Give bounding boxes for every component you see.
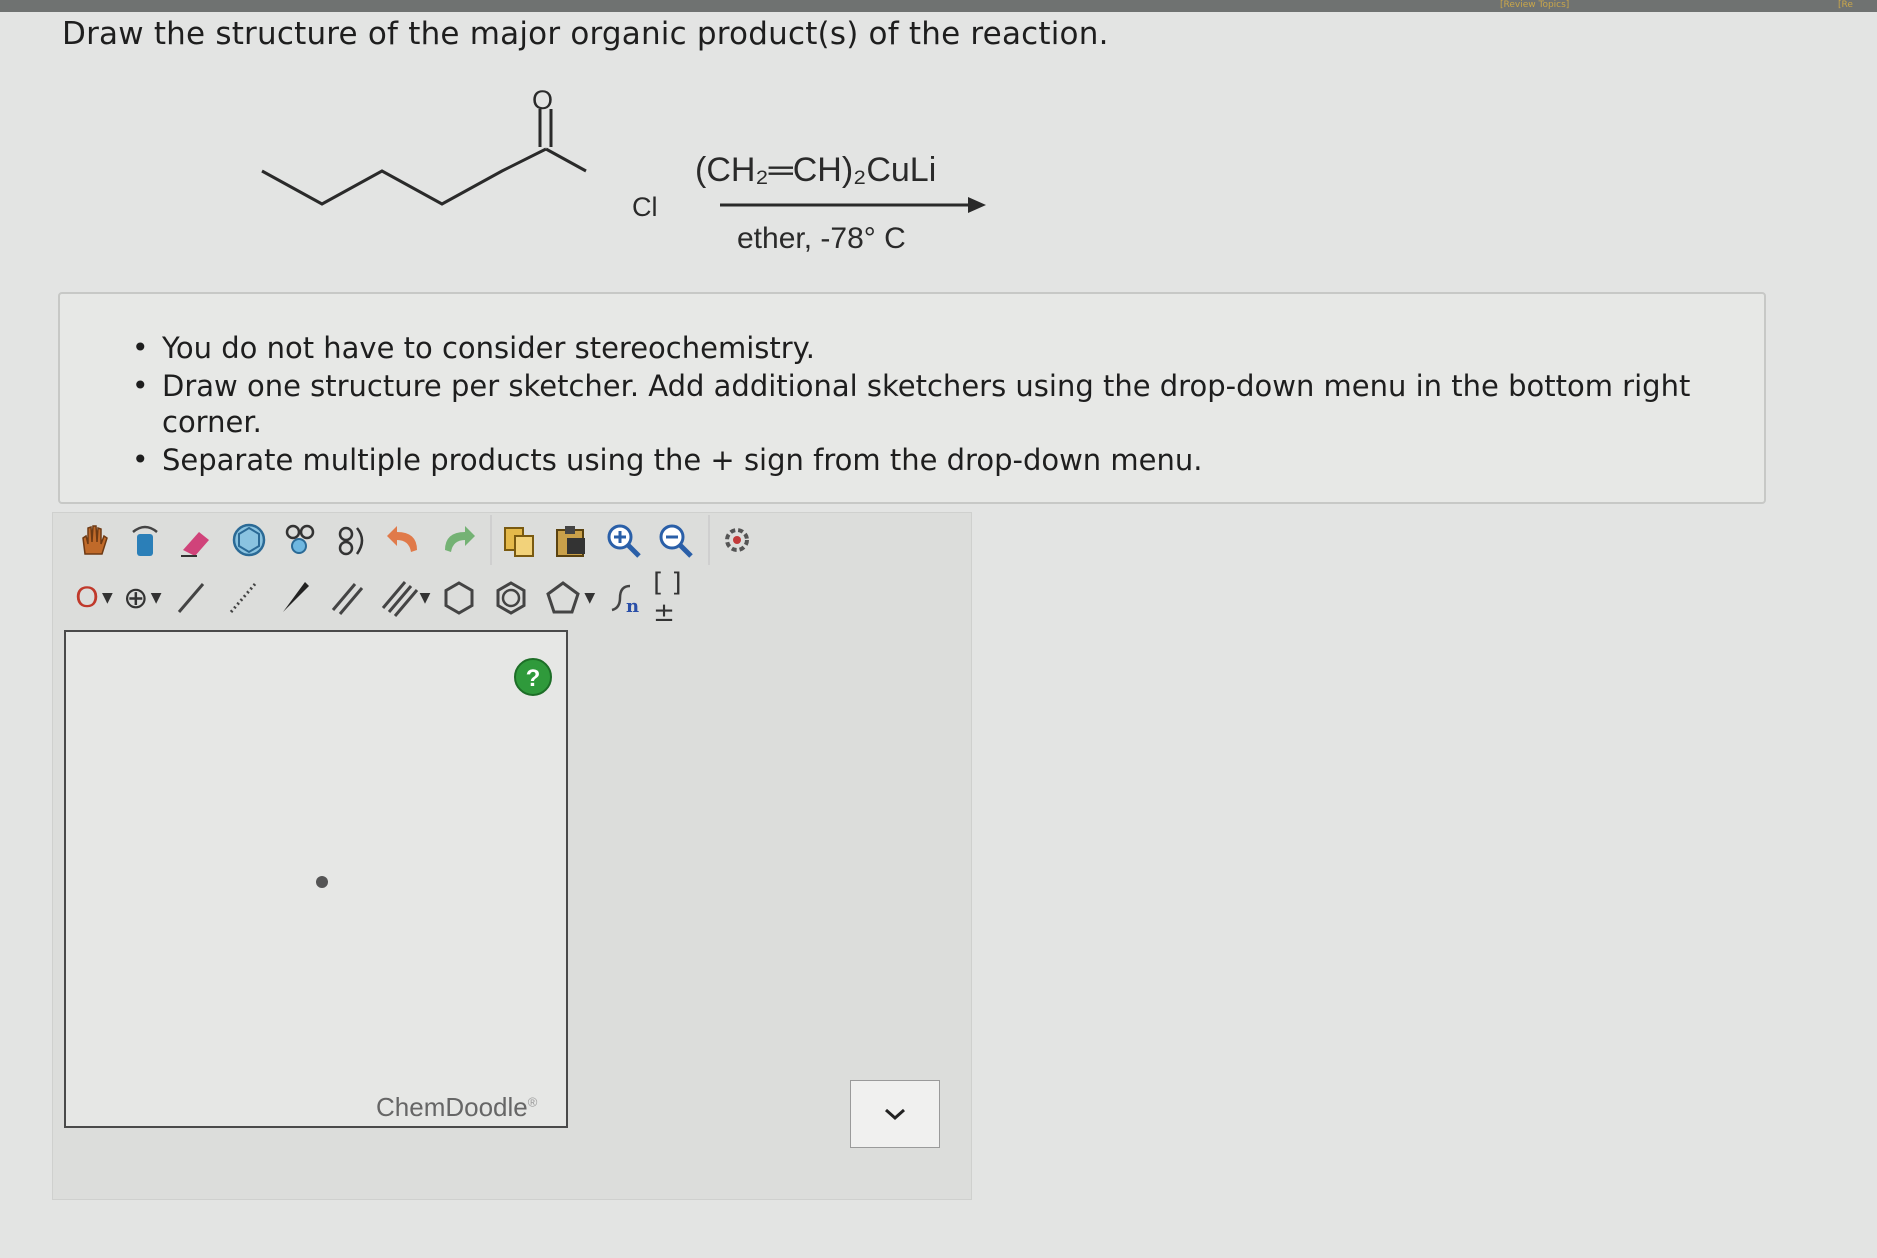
chlorine-label: Cl bbox=[632, 192, 658, 222]
oxygen-label: O bbox=[532, 85, 553, 115]
instruction-item: Draw one structure per sketcher. Add add… bbox=[132, 368, 1764, 440]
single-bond-button[interactable] bbox=[168, 573, 214, 623]
undo-icon[interactable] bbox=[382, 515, 428, 565]
reaction-scheme: O Cl (CH₂═CH)₂CuLi ether, -78° C bbox=[261, 85, 986, 255]
atom-label-button[interactable]: O bbox=[70, 573, 104, 623]
copy-icon[interactable] bbox=[496, 515, 542, 565]
canvas-cursor-dot bbox=[316, 876, 328, 888]
sgroup-button[interactable]: n bbox=[601, 573, 647, 623]
cyclohexane-button[interactable] bbox=[436, 573, 482, 623]
chemdoodle-brand: ChemDoodle® bbox=[376, 1092, 537, 1123]
zoom-in-icon[interactable] bbox=[600, 515, 646, 565]
ring-template-icon[interactable] bbox=[226, 515, 272, 565]
redo-icon[interactable] bbox=[434, 515, 480, 565]
wedge-bond-button[interactable] bbox=[272, 573, 318, 623]
benzene-button[interactable] bbox=[488, 573, 534, 623]
toolbar-row-1 bbox=[70, 512, 766, 568]
paste-icon[interactable] bbox=[548, 515, 594, 565]
chevron-down-icon bbox=[885, 1108, 905, 1121]
acyl-cl-bond bbox=[545, 147, 587, 173]
toolbar-separator bbox=[708, 515, 710, 565]
atom-label: O bbox=[75, 581, 99, 614]
charge-button[interactable]: ⊕ bbox=[119, 573, 153, 623]
cyclopentane-button[interactable] bbox=[540, 573, 586, 623]
toolbar-row-2: O ▼ ⊕ ▼ ▼ ▼ n [ ]± bbox=[70, 568, 705, 628]
eraser-icon[interactable] bbox=[174, 515, 220, 565]
zoom-out-icon[interactable] bbox=[652, 515, 698, 565]
clean-icon[interactable] bbox=[278, 515, 324, 565]
next-link[interactable]: [Re bbox=[1838, 0, 1877, 10]
double-bond-button[interactable] bbox=[324, 573, 370, 623]
plus-icon: ⊕ bbox=[123, 580, 149, 616]
instruction-item: Separate multiple products using the + s… bbox=[132, 442, 1764, 478]
bracket-label: [ ]± bbox=[653, 568, 682, 628]
lasso-icon[interactable] bbox=[122, 515, 168, 565]
help-button[interactable]: ? bbox=[514, 658, 552, 696]
triple-bond-button[interactable] bbox=[376, 573, 422, 623]
review-topics-link[interactable]: [Review Topics] bbox=[1500, 0, 1675, 10]
settings-icon[interactable] bbox=[714, 515, 760, 565]
instructions-box: You do not have to consider stereochemis… bbox=[58, 292, 1766, 504]
hashed-bond-button[interactable] bbox=[220, 573, 266, 623]
hand-icon[interactable] bbox=[70, 515, 116, 565]
arrow-head-icon bbox=[968, 197, 986, 213]
chevron-down-icon[interactable]: ▼ bbox=[102, 590, 113, 606]
instruction-item: You do not have to consider stereochemis… bbox=[132, 330, 1764, 366]
sketcher-canvas[interactable]: ? ChemDoodle® bbox=[64, 630, 568, 1128]
brand-text: ChemDoodle bbox=[376, 1092, 528, 1122]
chevron-down-icon[interactable]: ▼ bbox=[420, 590, 431, 606]
sgroup-label: n bbox=[626, 596, 639, 617]
chevron-down-icon[interactable]: ▼ bbox=[151, 590, 162, 606]
reagent-above: (CH₂═CH)₂CuLi bbox=[695, 151, 936, 189]
add-sketcher-dropdown[interactable] bbox=[850, 1080, 940, 1148]
three-d-icon[interactable] bbox=[330, 515, 376, 565]
chevron-down-icon[interactable]: ▼ bbox=[584, 590, 595, 606]
toolbar-separator bbox=[490, 515, 492, 565]
bracket-charge-button[interactable]: [ ]± bbox=[653, 568, 699, 628]
question-prompt: Draw the structure of the major organic … bbox=[62, 16, 1109, 52]
reagent-below: ether, -78° C bbox=[737, 222, 906, 255]
brand-mark: ® bbox=[527, 1094, 538, 1110]
carbon-chain bbox=[261, 147, 547, 206]
